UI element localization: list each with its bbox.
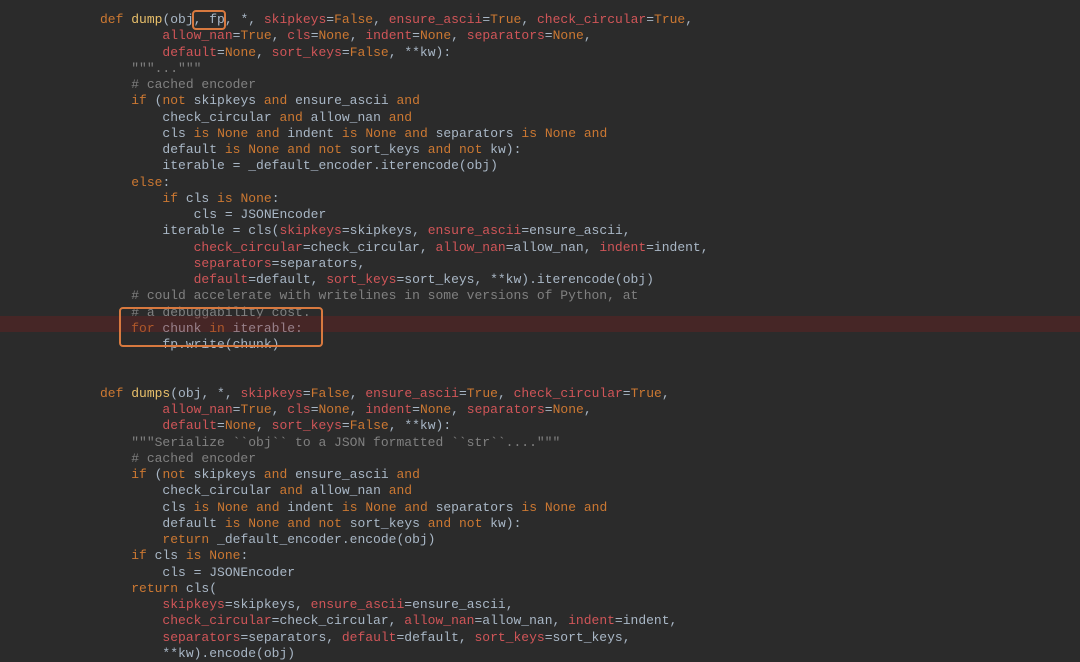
dump-docstring: """...""" — [131, 61, 201, 76]
dumps-ret: return cls( — [131, 581, 217, 596]
keyword-def: def — [100, 12, 123, 27]
dump-comment-2a: # could accelerate with writelines in so… — [131, 288, 638, 303]
code: def dump(obj, fp, *, skipkeys=False, ens… — [100, 12, 709, 661]
func-name-dumps: dumps — [131, 386, 170, 401]
dumps-if-l3: cls is None and indent is None and separ… — [162, 500, 607, 515]
dumps-cls-if: if cls is None: — [131, 548, 248, 563]
dumps-params-2: allow_nan=True, cls=None, indent=None, s… — [162, 402, 591, 417]
dump-if-body: iterable = _default_encoder.iterencode(o… — [162, 158, 497, 173]
dumps-if-l4: default is None and not sort_keys and no… — [162, 516, 521, 531]
dump-iter-l3: separators=separators, — [194, 256, 366, 271]
dump-else: else: — [131, 175, 170, 190]
dumps-params-1: (obj, *, skipkeys=False, ensure_ascii=Tr… — [170, 386, 669, 401]
dump-if-l2: check_circular and allow_nan and — [162, 110, 412, 125]
dumps-ret-l2: check_circular=check_circular, allow_nan… — [162, 613, 677, 628]
dumps-if-l2: check_circular and allow_nan and — [162, 483, 412, 498]
dumps-ret-l3: separators=separators, default=default, … — [162, 630, 630, 645]
dumps-comment-cached: # cached encoder — [131, 451, 256, 466]
dump-else-if-body: cls = JSONEncoder — [194, 207, 327, 222]
keyword-def-2: def — [100, 386, 123, 401]
dumps-if-body: return _default_encoder.encode(obj) — [162, 532, 435, 547]
dump-params-3: default=None, sort_keys=False, **kw): — [162, 45, 451, 60]
dump-params-1: (obj, fp, *, skipkeys=False, ensure_asci… — [162, 12, 693, 27]
dump-for-body: fp.write(chunk) — [162, 337, 279, 352]
code-block: def dump(obj, fp, *, skipkeys=False, ens… — [0, 0, 1080, 662]
dump-comment-2b: # a debuggability cost. — [131, 305, 310, 320]
dump-params-2: allow_nan=True, cls=None, indent=None, s… — [162, 28, 591, 43]
dump-else-if: if cls is None: — [162, 191, 279, 206]
dump-if-l1: if (not skipkeys and ensure_ascii and — [131, 93, 420, 108]
func-name-dump: dump — [131, 12, 162, 27]
dumps-if-l1: if (not skipkeys and ensure_ascii and — [131, 467, 420, 482]
dump-comment-cached: # cached encoder — [131, 77, 256, 92]
dumps-docstring: """Serialize ``obj`` to a JSON formatted… — [131, 435, 560, 450]
dump-iter-l1: iterable = cls(skipkeys=skipkeys, ensure… — [162, 223, 630, 238]
dump-iter-l4: default=default, sort_keys=sort_keys, **… — [194, 272, 654, 287]
dump-if-l3: cls is None and indent is None and separ… — [162, 126, 607, 141]
dumps-cls-body: cls = JSONEncoder — [162, 565, 295, 580]
dump-for-line: for chunk in iterable: — [131, 321, 303, 336]
dump-if-l4: default is None and not sort_keys and no… — [162, 142, 521, 157]
dumps-ret-l1: skipkeys=skipkeys, ensure_ascii=ensure_a… — [162, 597, 513, 612]
dumps-params-3: default=None, sort_keys=False, **kw): — [162, 418, 451, 433]
dump-iter-l2: check_circular=check_circular, allow_nan… — [194, 240, 709, 255]
dumps-ret-l4: **kw).encode(obj) — [162, 646, 295, 661]
